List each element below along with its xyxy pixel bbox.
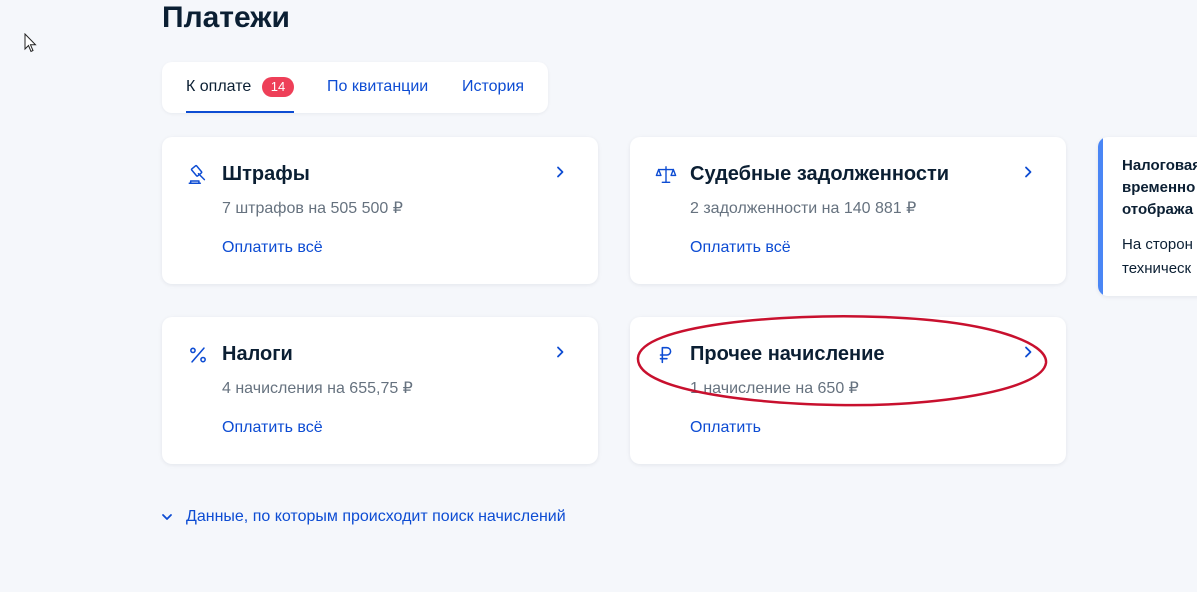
- taxes-card[interactable]: Налоги 4 начисления на 655,75 ₽ Оплатить…: [162, 317, 598, 464]
- pay-link[interactable]: Оплатить: [690, 418, 761, 438]
- tab-by-receipt[interactable]: По квитанции: [327, 77, 428, 97]
- tabs-bar: К оплате 14 По квитанции История: [162, 62, 548, 113]
- gavel-icon: [188, 164, 206, 184]
- court-debts-card[interactable]: Судебные задолженности 2 задолженности н…: [630, 137, 1066, 284]
- card-subtitle: 2 задолженности на 140 881 ₽: [690, 200, 917, 217]
- tab-to-pay-count-badge: 14: [262, 77, 294, 97]
- fines-card[interactable]: Штрафы 7 штрафов на 505 500 ₽ Оплатить в…: [162, 137, 598, 284]
- tab-to-pay[interactable]: К оплате: [186, 77, 251, 97]
- card-title: Судебные задолженности: [690, 163, 950, 185]
- info-notice: Налоговая временно отобража На сторон те…: [1098, 137, 1197, 296]
- mouse-cursor-icon: [24, 33, 37, 53]
- ruble-icon: [659, 346, 672, 364]
- pay-all-link[interactable]: Оплатить всё: [690, 238, 791, 258]
- search-data-link[interactable]: Данные, по которым происходит поиск начи…: [186, 507, 566, 527]
- notice-accent-bar: [1098, 137, 1103, 296]
- tab-history[interactable]: История: [462, 77, 524, 97]
- card-subtitle: 4 начисления на 655,75 ₽: [222, 380, 413, 397]
- chevron-down-icon: [162, 514, 172, 520]
- card-title: Налоги: [222, 343, 293, 365]
- other-charge-card[interactable]: Прочее начисление 1 начисление на 650 ₽ …: [630, 317, 1066, 464]
- chevron-right-icon[interactable]: [552, 344, 568, 360]
- chevron-right-icon[interactable]: [1020, 344, 1036, 360]
- card-title: Прочее начисление: [690, 343, 885, 365]
- page-title: Платежи: [162, 1, 290, 34]
- scales-icon: [655, 166, 677, 184]
- pay-all-link[interactable]: Оплатить всё: [222, 418, 323, 438]
- active-tab-underline: [186, 111, 294, 113]
- percent-icon: [190, 347, 206, 363]
- pay-all-link[interactable]: Оплатить всё: [222, 238, 323, 258]
- card-subtitle: 7 штрафов на 505 500 ₽: [222, 200, 403, 217]
- card-subtitle: 1 начисление на 650 ₽: [690, 380, 859, 397]
- notice-title: Налоговая временно отобража: [1122, 157, 1197, 218]
- notice-text: На сторон техническ: [1122, 236, 1193, 277]
- chevron-right-icon[interactable]: [552, 164, 568, 180]
- card-title: Штрафы: [222, 163, 310, 185]
- chevron-right-icon[interactable]: [1020, 164, 1036, 180]
